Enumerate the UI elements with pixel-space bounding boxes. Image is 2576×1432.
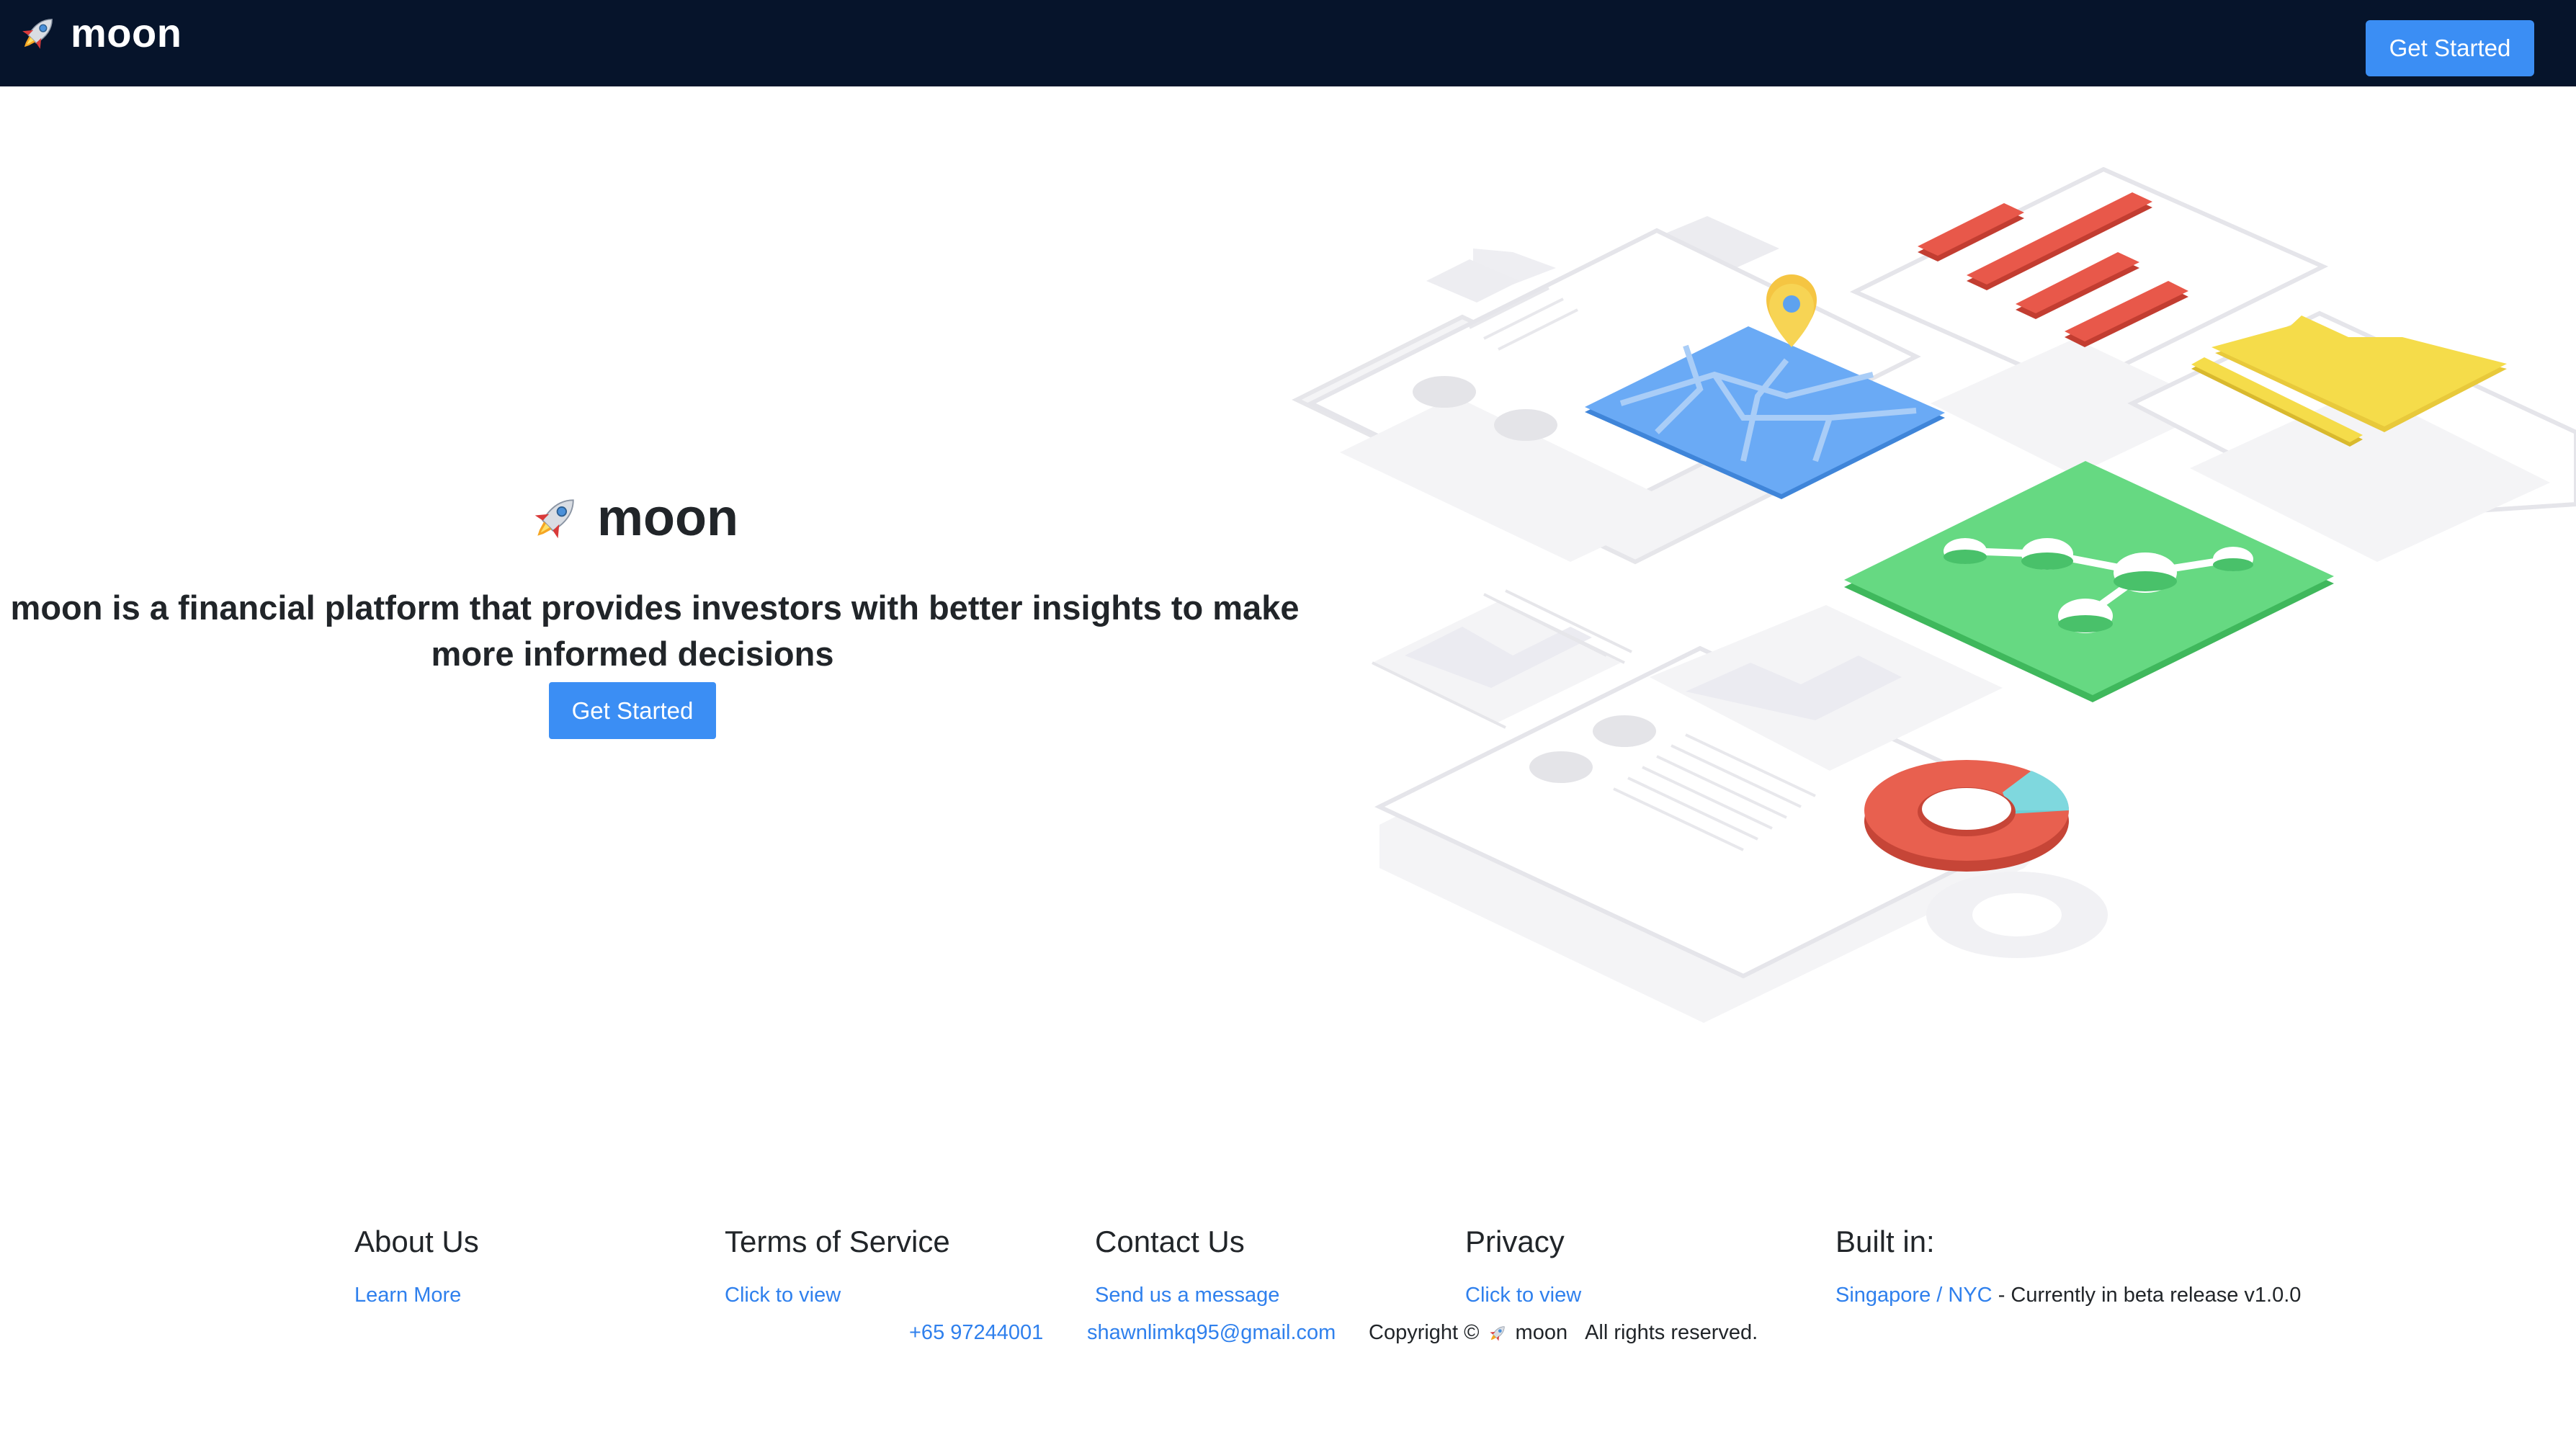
send-message-link[interactable]: Send us a message <box>1095 1284 1279 1307</box>
copyright-prefix: Copyright © <box>1369 1321 1480 1344</box>
get-started-nav-button[interactable]: Get Started <box>2366 20 2534 76</box>
privacy-click-to-view-link[interactable]: Click to view <box>1465 1284 1581 1307</box>
email-link[interactable]: shawnlimkq95@gmail.com <box>1087 1321 1336 1345</box>
get-started-hero-button[interactable]: Get Started <box>549 682 716 739</box>
learn-more-link[interactable]: Learn More <box>354 1284 461 1307</box>
footer-about-heading: About Us <box>354 1225 479 1258</box>
hero-tagline: moon is a financial platform that provid… <box>0 585 1300 677</box>
tagline-line-1: moon is a financial platform that provid… <box>10 589 1300 627</box>
brand-logo-link[interactable]: moon <box>16 4 182 62</box>
footer-contact-heading: Contact Us <box>1095 1225 1245 1258</box>
footer-privacy-heading: Privacy <box>1465 1225 1565 1258</box>
copyright-rights: All rights reserved. <box>1585 1321 1758 1344</box>
copyright-brand: moon <box>1515 1321 1568 1344</box>
footer-terms-column: Terms of Service Click to view <box>725 1225 950 1307</box>
footer-terms-heading: Terms of Service <box>725 1225 950 1258</box>
beta-status-text: - Currently in beta release v1.0.0 <box>1998 1284 2302 1307</box>
hero-title-text: moon <box>597 489 738 547</box>
dashboard-illustration <box>1292 166 2576 1023</box>
rocket-icon <box>0 590 2 626</box>
brand-name: moon <box>71 10 182 55</box>
footer-privacy-column: Privacy Click to view <box>1465 1225 1581 1307</box>
footer-built-column: Built in: Singapore / NYC - Currently in… <box>1835 1225 2301 1307</box>
tagline-line-2: more informed decisions <box>431 635 834 673</box>
location-link[interactable]: Singapore / NYC <box>1835 1284 1993 1307</box>
copyright-notice: Copyright © moon All rights reserved. <box>1369 1321 1758 1345</box>
rocket-icon <box>1489 1325 1505 1341</box>
footer-contact-column: Contact Us Send us a message <box>1095 1225 1279 1307</box>
footer-built-heading: Built in: <box>1835 1225 1935 1258</box>
phone-link[interactable]: +65 97244001 <box>909 1321 1043 1345</box>
built-in-line: Singapore / NYC - Currently in beta rele… <box>1835 1284 2301 1307</box>
hero-title: moon <box>0 478 1265 558</box>
top-navbar: moon Get Started <box>0 0 2576 86</box>
footer-about-column: About Us Learn More <box>354 1225 479 1307</box>
rocket-icon <box>22 19 53 49</box>
terms-click-to-view-link[interactable]: Click to view <box>725 1284 841 1307</box>
rocket-icon <box>535 499 574 539</box>
